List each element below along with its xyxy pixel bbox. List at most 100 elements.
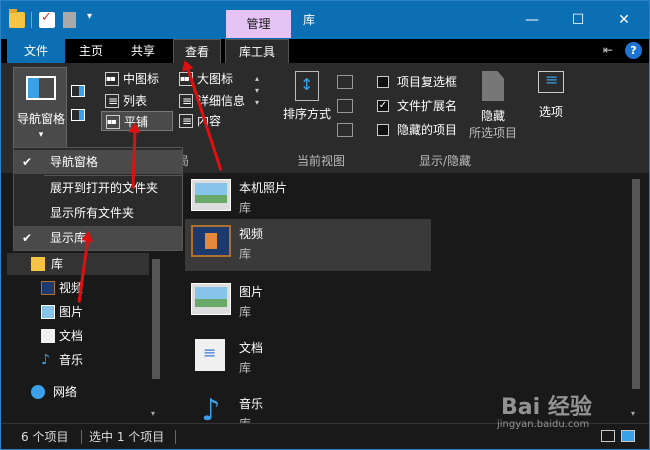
nav-pane-icon [26, 76, 56, 100]
menu-item-expand-to-open-folder[interactable]: 展开到打开的文件夹 [14, 176, 182, 200]
group-by-icon[interactable] [337, 75, 353, 89]
file-type: 库 [239, 201, 252, 215]
checkbox-unchecked[interactable] [377, 76, 389, 88]
nav-item-network[interactable]: 网络 [7, 381, 77, 403]
nav-item-videos[interactable]: 视频 [7, 277, 83, 299]
tab-share[interactable]: 共享 [117, 39, 169, 63]
file-type: 库 [239, 305, 252, 319]
item-checkbox-toggle[interactable]: 项目复选框 [377, 73, 457, 91]
scroll-down-icon[interactable]: ▾ [631, 409, 635, 418]
layout-content[interactable]: 内容 [175, 111, 251, 131]
pictures-library-icon [41, 305, 55, 319]
quick-access-dropdown-icon[interactable]: ▾ [87, 11, 92, 22]
hide-selected-icon [482, 71, 504, 101]
checkbox-checked[interactable]: ✓ [377, 100, 389, 112]
properties-icon[interactable] [39, 10, 55, 28]
maximize-button[interactable]: ☐ [555, 1, 601, 39]
add-columns-icon[interactable] [337, 99, 353, 113]
file-list-scroll-thumb[interactable] [632, 179, 640, 389]
nav-pane-scrollbar[interactable]: ▾ [149, 253, 163, 423]
help-icon[interactable]: ? [625, 42, 642, 59]
minimize-button[interactable]: — [509, 1, 555, 39]
music-library-icon: ♪ [201, 393, 221, 424]
file-item-camera-roll[interactable]: 本机照片 库 [185, 173, 431, 225]
explorer-window: ▾ 管理 库 — ☐ ✕ 文件 主页 共享 查看 库工具 ⇤ ? 导航窗格 ▾ … [0, 0, 650, 450]
checkbox-unchecked[interactable] [377, 124, 389, 136]
pictures-library-icon [191, 283, 231, 315]
file-type: 库 [239, 247, 252, 261]
menu-item-label: 导航窗格 [50, 155, 99, 169]
sort-by-button[interactable]: 排序方式 [281, 71, 333, 131]
watermark-brand: Bai 经验 [501, 395, 592, 420]
content-icon [179, 111, 193, 131]
pin-ribbon-icon[interactable]: ⇤ [603, 43, 613, 57]
menu-item-show-all-folders[interactable]: 显示所有文件夹 [14, 201, 182, 225]
title-bar: ▾ 管理 库 — ☐ ✕ [1, 1, 649, 39]
preview-pane-icon[interactable] [71, 85, 85, 97]
tab-library-tools[interactable]: 库工具 [225, 39, 289, 63]
file-type: 库 [239, 361, 252, 375]
checkbox-label: 文件扩展名 [397, 99, 458, 113]
sort-label: 排序方式 [282, 107, 331, 121]
file-list-scrollbar[interactable]: ▾ [629, 173, 643, 423]
libraries-folder-icon [31, 257, 45, 271]
hide-selected-button[interactable]: 隐藏 所选项目 [465, 71, 521, 141]
layout-label: 内容 [197, 114, 222, 128]
nav-item-label: 图片 [59, 305, 84, 319]
menu-item-show-libraries[interactable]: ✔ 显示库 [14, 226, 182, 250]
file-extension-toggle[interactable]: ✓ 文件扩展名 [377, 97, 457, 115]
nav-item-documents[interactable]: 文档 [7, 325, 83, 347]
video-library-icon [191, 225, 231, 257]
folder-icon [9, 9, 25, 28]
layout-gallery-scroll[interactable]: ▴ ▾ ▾ [255, 73, 259, 109]
layout-medium-icons[interactable]: 中图标 [101, 69, 173, 89]
menu-item-label: 显示所有文件夹 [50, 206, 135, 220]
menu-item-label: 展开到打开的文件夹 [50, 181, 159, 195]
options-button[interactable]: 选项 [533, 70, 569, 120]
nav-item-label: 音乐 [59, 353, 84, 367]
selected-count: 选中 1 个项目 [89, 430, 165, 444]
documents-library-icon [41, 329, 55, 343]
details-pane-icon[interactable] [71, 109, 85, 121]
file-item-videos[interactable]: 视频 库 [185, 219, 431, 271]
item-count: 6 个项目 [21, 430, 69, 444]
size-columns-icon[interactable] [337, 123, 353, 137]
file-name: 本机照片 [239, 181, 288, 195]
status-separator [81, 430, 82, 444]
titlebar-separator [31, 12, 32, 28]
nav-pane-button[interactable]: 导航窗格 ▾ [13, 67, 67, 149]
nav-item-music[interactable]: ♪ 音乐 [7, 349, 83, 371]
nav-item-label: 网络 [53, 385, 78, 399]
layout-label: 大图标 [197, 72, 234, 86]
large-icons-view-icon[interactable] [621, 430, 635, 442]
close-button[interactable]: ✕ [601, 1, 647, 39]
tab-home[interactable]: 主页 [67, 39, 115, 63]
checkbox-label: 项目复选框 [397, 75, 458, 89]
layout-details[interactable]: 详细信息 [175, 91, 253, 111]
nav-item-pictures[interactable]: 图片 [7, 301, 83, 323]
tab-file[interactable]: 文件 [7, 39, 65, 63]
file-name: 图片 [239, 285, 264, 299]
file-item-music[interactable]: ♪ 音乐 库 [185, 389, 431, 424]
new-folder-icon[interactable] [63, 12, 76, 28]
details-view-icon[interactable] [601, 430, 615, 442]
hidden-items-toggle[interactable]: 隐藏的项目 [377, 121, 457, 139]
context-tab-manage[interactable]: 管理 [226, 10, 291, 38]
chevron-down-icon: ▾ [38, 130, 44, 140]
nav-item-libraries[interactable]: 库 [7, 253, 149, 275]
file-item-pictures[interactable]: 图片 库 [185, 277, 431, 329]
file-item-documents[interactable]: 文档 库 [185, 333, 431, 385]
tab-view[interactable]: 查看 [173, 39, 221, 63]
file-list: 本机照片 库 视频 库 图片 库 文档 库 ♪ 音乐 库 [165, 173, 629, 423]
current-view-group-label: 当前视图 [297, 154, 346, 168]
window-title: 库 [303, 13, 316, 27]
layout-list[interactable]: 列表 [101, 91, 173, 111]
show-hide-group-label: 显示/隐藏 [419, 154, 472, 168]
hide-sub-label: 所选项目 [468, 126, 517, 140]
status-separator [175, 430, 176, 444]
scroll-down-icon[interactable]: ▾ [151, 409, 155, 418]
options-icon [538, 70, 564, 93]
nav-scroll-thumb[interactable] [152, 259, 160, 379]
menu-item-nav-pane[interactable]: ✔ 导航窗格 [14, 150, 182, 174]
layout-large-icons[interactable]: 大图标 [175, 69, 251, 89]
